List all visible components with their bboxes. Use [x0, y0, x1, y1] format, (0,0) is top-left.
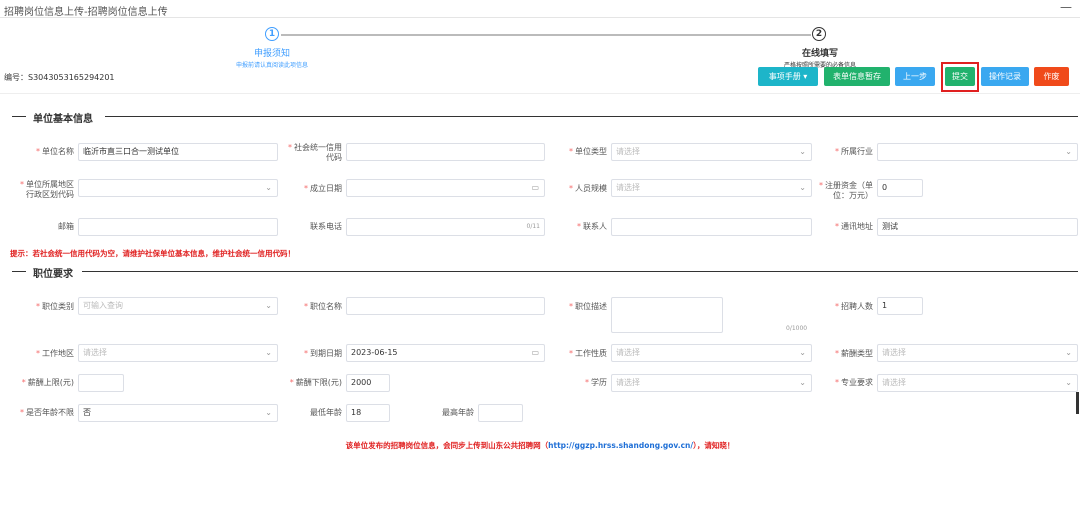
- job-category-select[interactable]: 可输入查询 ⌄: [78, 297, 278, 315]
- postcode-input[interactable]: [78, 218, 278, 236]
- steps-connector: [281, 34, 811, 36]
- chevron-down-icon: ⌄: [265, 348, 272, 357]
- chevron-down-icon: ⌄: [265, 408, 272, 417]
- age-unlimited-select[interactable]: 否 ⌄: [78, 404, 278, 422]
- void-button[interactable]: 作废: [1034, 67, 1069, 86]
- headcount-input[interactable]: 1: [877, 297, 923, 315]
- minimize-icon[interactable]: —: [1060, 0, 1072, 14]
- age-max-input[interactable]: [478, 404, 523, 422]
- previous-step-button[interactable]: 上一步: [895, 67, 935, 86]
- chevron-down-icon: ⌄: [265, 301, 272, 310]
- chevron-down-icon: ⌄: [265, 183, 272, 192]
- industry-label: * 所属行业: [835, 147, 873, 156]
- major-label: * 专业要求: [835, 378, 873, 387]
- phone-label: 联系电话: [310, 222, 342, 231]
- step-1-title[interactable]: 申报须知: [230, 46, 314, 59]
- job-desc-label: * 职位描述: [569, 302, 607, 311]
- region-select[interactable]: ⌄: [78, 179, 278, 197]
- age-min-label: 最低年龄: [310, 408, 342, 417]
- job-name-label: * 职位名称: [304, 302, 342, 311]
- postcode-label: 邮箱: [58, 222, 74, 231]
- contact-label: * 联系人: [577, 222, 607, 231]
- chevron-down-icon: ⌄: [799, 378, 806, 387]
- unit-type-select[interactable]: 请选择 ⌄: [611, 143, 812, 161]
- section-line: [82, 271, 1078, 272]
- save-draft-button[interactable]: 表单信息暂存: [824, 67, 890, 86]
- capital-input[interactable]: 0: [877, 179, 923, 197]
- capital-label: * 注册资金（单 位：万元）: [819, 181, 873, 200]
- chevron-down-icon: ⌄: [799, 147, 806, 156]
- education-select[interactable]: 请选择 ⌄: [611, 374, 812, 392]
- section-line: [105, 116, 1078, 117]
- salary-min-label: * 薪酬下限(元): [289, 378, 342, 387]
- work-area-select[interactable]: 请选择 ⌄: [78, 344, 278, 362]
- industry-select[interactable]: ⌄: [877, 143, 1078, 161]
- major-select[interactable]: 请选择 ⌄: [877, 374, 1078, 392]
- unit-name-input[interactable]: 临沂市直三口合一测试单位: [78, 143, 278, 161]
- header-divider: [0, 93, 1080, 94]
- section-dash: [12, 271, 26, 272]
- founded-date-picker[interactable]: ▭: [346, 179, 545, 197]
- scrollbar-thumb[interactable]: [1076, 392, 1079, 414]
- calendar-icon: ▭: [531, 348, 539, 357]
- education-label: * 学历: [585, 378, 607, 387]
- region-label: * 单位所属地区 行政区划代码: [20, 180, 74, 199]
- chevron-down-icon: ⌄: [1065, 147, 1072, 156]
- phone-char-counter: 0/11: [526, 223, 540, 230]
- address-input[interactable]: 测试: [877, 218, 1078, 236]
- age-min-input[interactable]: 18: [346, 404, 390, 422]
- notice-url-link[interactable]: http://ggzp.hrss.shandong.gov.cn/: [548, 441, 693, 450]
- deadline-label: * 到期日期: [304, 349, 342, 358]
- age-unlimited-label: * 是否年龄不限: [20, 408, 74, 417]
- credit-code-warning: 提示：若社会统一信用代码为空，请维护社保单位基本信息，维护社会统一信用代码！: [10, 249, 295, 258]
- salary-max-label: * 薪酬上限(元): [21, 378, 74, 387]
- work-area-label: * 工作地区: [36, 349, 74, 358]
- serial-number: 编号：S3043053165294201: [4, 73, 115, 82]
- founded-date-label: * 成立日期: [304, 184, 342, 193]
- step-2-title[interactable]: 在线填写: [780, 46, 860, 59]
- operation-log-button[interactable]: 操作记录: [981, 67, 1029, 86]
- deadline-date-picker[interactable]: 2023-06-15 ▭: [346, 344, 545, 362]
- chevron-down-icon: ⌄: [1065, 378, 1072, 387]
- submit-button[interactable]: 提交: [945, 67, 975, 86]
- age-max-label: 最高年龄: [442, 408, 474, 417]
- staff-size-label: * 人员规模: [569, 184, 607, 193]
- credit-code-label: * 社会统一信用 代码: [288, 143, 342, 162]
- headcount-label: * 招聘人数: [835, 302, 873, 311]
- window-title: 招聘岗位信息上传-招聘岗位信息上传: [4, 7, 168, 18]
- credit-code-input[interactable]: [346, 143, 545, 161]
- unit-name-label: * 单位名称: [36, 147, 74, 156]
- work-nature-label: * 工作性质: [569, 349, 607, 358]
- phone-input[interactable]: 0/11: [346, 218, 545, 236]
- step-1-desc: 申报前请认真阅读此项信息: [235, 62, 308, 69]
- calendar-icon: ▭: [531, 183, 539, 192]
- work-nature-select[interactable]: 请选择 ⌄: [611, 344, 812, 362]
- chevron-down-icon: ⌄: [799, 348, 806, 357]
- salary-max-input[interactable]: [78, 374, 124, 392]
- step-1-indicator: 1: [265, 27, 279, 41]
- job-name-input[interactable]: [346, 297, 545, 315]
- job-desc-counter: 0/1000: [786, 325, 808, 332]
- section-dash: [12, 116, 26, 117]
- job-category-label: * 职位类别: [36, 302, 74, 311]
- contact-input[interactable]: [611, 218, 812, 236]
- staff-size-select[interactable]: 请选择 ⌄: [611, 179, 812, 197]
- salary-min-input[interactable]: 2000: [346, 374, 390, 392]
- salary-type-select[interactable]: 请选择 ⌄: [877, 344, 1078, 362]
- section-title-job: 职位要求: [33, 269, 73, 280]
- step-2-indicator: 2: [812, 27, 826, 41]
- address-label: * 通讯地址: [835, 222, 873, 231]
- manual-dropdown-button[interactable]: 事项手册 ▾: [758, 67, 818, 86]
- job-desc-textarea[interactable]: [611, 297, 723, 333]
- chevron-down-icon: ⌄: [1065, 348, 1072, 357]
- chevron-down-icon: ⌄: [799, 183, 806, 192]
- section-title-unit-info: 单位基本信息: [33, 114, 93, 125]
- salary-type-label: * 薪酬类型: [835, 349, 873, 358]
- sync-notice: 该单位发布的招聘岗位信息，会同步上传到山东公共招聘网（http://ggzp.h…: [345, 441, 735, 450]
- unit-type-label: * 单位类型: [569, 147, 607, 156]
